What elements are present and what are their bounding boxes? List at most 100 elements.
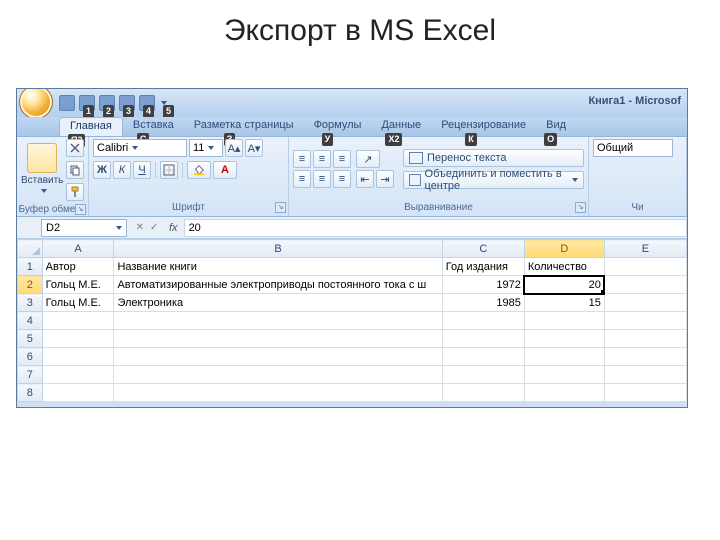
cell[interactable]: [42, 366, 114, 384]
titlebar: 1 2 3 4 5 Книга1 - Microsof: [17, 89, 687, 117]
cell[interactable]: 1972: [442, 276, 524, 294]
group-label: Чи: [589, 201, 686, 216]
row-header[interactable]: 7: [18, 366, 43, 384]
tab-data[interactable]: ДанныеХ2: [371, 117, 431, 136]
fill-color-button[interactable]: [187, 161, 211, 179]
cell[interactable]: [114, 348, 442, 366]
decrease-indent-button[interactable]: ⇤: [356, 170, 374, 188]
tab-page-layout[interactable]: Разметка страницыЗ: [184, 117, 304, 136]
cell[interactable]: 15: [524, 294, 604, 312]
shrink-font-button[interactable]: A▾: [245, 139, 263, 157]
cell[interactable]: [524, 366, 604, 384]
cell[interactable]: [604, 366, 686, 384]
underline-button[interactable]: Ч: [133, 161, 151, 179]
enter-icon[interactable]: ✓: [150, 222, 158, 233]
dialog-launcher-icon[interactable]: ↘: [575, 202, 586, 213]
cell[interactable]: [604, 276, 686, 294]
cell[interactable]: Год издания: [442, 258, 524, 276]
cell[interactable]: [442, 312, 524, 330]
col-header-a[interactable]: A: [42, 240, 114, 258]
tab-home[interactable]: ГлавнаяЯ2: [59, 117, 123, 136]
select-all-corner[interactable]: [18, 240, 43, 258]
office-button[interactable]: [19, 88, 53, 119]
cell[interactable]: [604, 348, 686, 366]
cell[interactable]: [442, 348, 524, 366]
row-header[interactable]: 5: [18, 330, 43, 348]
dialog-launcher-icon[interactable]: ↘: [275, 202, 286, 213]
cell[interactable]: Количество: [524, 258, 604, 276]
italic-button[interactable]: К: [113, 161, 131, 179]
cell[interactable]: [114, 330, 442, 348]
cell[interactable]: [604, 294, 686, 312]
tab-insert[interactable]: ВставкаС: [123, 117, 184, 136]
col-header-e[interactable]: E: [604, 240, 686, 258]
font-name-select[interactable]: Calibri: [93, 139, 187, 157]
cell[interactable]: [524, 348, 604, 366]
row-header[interactable]: 3: [18, 294, 43, 312]
cell[interactable]: [114, 384, 442, 402]
font-size-select[interactable]: 11: [189, 139, 223, 157]
increase-indent-button[interactable]: ⇥: [376, 170, 394, 188]
cell[interactable]: [604, 312, 686, 330]
row-header[interactable]: 1: [18, 258, 43, 276]
col-header-b[interactable]: B: [114, 240, 442, 258]
tab-view[interactable]: ВидО: [536, 117, 576, 136]
cell-active[interactable]: 20: [524, 276, 604, 294]
orientation-button[interactable]: ↗: [356, 150, 380, 168]
align-bottom-button[interactable]: ≡: [333, 150, 351, 168]
cell[interactable]: [42, 384, 114, 402]
paste-button[interactable]: Вставить: [21, 139, 63, 201]
cell[interactable]: [42, 348, 114, 366]
copy-button[interactable]: [66, 161, 84, 179]
cell[interactable]: [604, 330, 686, 348]
worksheet-grid[interactable]: A B C D E 1 Автор Название книги Год изд…: [17, 239, 687, 402]
cell[interactable]: [42, 312, 114, 330]
tab-formulas[interactable]: ФормулыУ: [304, 117, 372, 136]
align-right-button[interactable]: ≡: [333, 170, 351, 188]
dialog-launcher-icon[interactable]: ↘: [75, 204, 86, 215]
cell[interactable]: [114, 366, 442, 384]
cell[interactable]: Электроника: [114, 294, 442, 312]
borders-button[interactable]: [160, 161, 178, 179]
cell[interactable]: [114, 312, 442, 330]
grow-font-button[interactable]: A▴: [225, 139, 243, 157]
format-painter-button[interactable]: [66, 183, 84, 201]
name-box[interactable]: D2: [41, 219, 127, 237]
tab-review[interactable]: РецензированиеК: [431, 117, 536, 136]
cell[interactable]: [524, 384, 604, 402]
align-middle-button[interactable]: ≡: [313, 150, 331, 168]
col-header-c[interactable]: C: [442, 240, 524, 258]
cell[interactable]: [442, 330, 524, 348]
align-top-button[interactable]: ≡: [293, 150, 311, 168]
qat-save-icon[interactable]: [59, 95, 75, 111]
row-header[interactable]: 4: [18, 312, 43, 330]
cell[interactable]: Гольц М.Е.: [42, 294, 114, 312]
row-header[interactable]: 8: [18, 384, 43, 402]
cell[interactable]: [604, 258, 686, 276]
cell[interactable]: Название книги: [114, 258, 442, 276]
cell[interactable]: [442, 366, 524, 384]
fx-icon[interactable]: fx: [169, 222, 178, 234]
wrap-text-button[interactable]: Перенос текста: [403, 149, 584, 167]
cell[interactable]: 1985: [442, 294, 524, 312]
cell[interactable]: [524, 330, 604, 348]
align-center-button[interactable]: ≡: [313, 170, 331, 188]
cancel-icon[interactable]: ✕: [136, 222, 144, 233]
align-left-button[interactable]: ≡: [293, 170, 311, 188]
formula-input[interactable]: 20: [184, 219, 687, 237]
cell[interactable]: Автоматизированные электроприводы постоя…: [114, 276, 442, 294]
cell[interactable]: [442, 384, 524, 402]
cell[interactable]: Автор: [42, 258, 114, 276]
cut-button[interactable]: [66, 139, 84, 157]
cell[interactable]: [42, 330, 114, 348]
merge-center-button[interactable]: Объединить и поместить в центре: [403, 171, 584, 189]
cell[interactable]: [524, 312, 604, 330]
col-header-d[interactable]: D: [524, 240, 604, 258]
bold-button[interactable]: Ж: [93, 161, 111, 179]
row-header[interactable]: 6: [18, 348, 43, 366]
cell[interactable]: [604, 384, 686, 402]
row-header[interactable]: 2: [18, 276, 43, 294]
cell[interactable]: Гольц М.Е.: [42, 276, 114, 294]
number-format-select[interactable]: Общий: [593, 139, 673, 157]
font-color-button[interactable]: A: [213, 161, 237, 179]
